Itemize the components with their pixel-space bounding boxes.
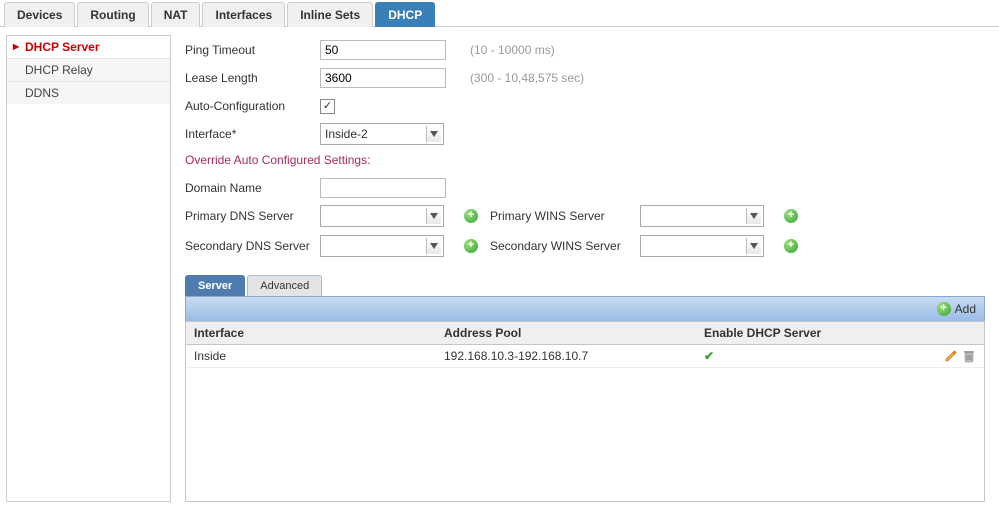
delete-icon[interactable]	[962, 349, 976, 363]
check-icon: ✔	[704, 349, 714, 363]
tab-nat[interactable]: NAT	[151, 2, 201, 27]
sidebar-item-dhcp-server[interactable]: DHCP Server	[7, 36, 170, 59]
add-button-label: Add	[955, 302, 976, 316]
col-enable-dhcp: Enable DHCP Server	[696, 322, 936, 344]
ping-timeout-hint: (10 - 10000 ms)	[470, 43, 555, 57]
row-interface: Inside	[186, 345, 436, 367]
sub-tab-advanced[interactable]: Advanced	[247, 275, 322, 296]
row-enabled: ✔	[696, 345, 936, 367]
domain-name-label: Domain Name	[185, 181, 320, 195]
main-content: Ping Timeout (10 - 10000 ms) Lease Lengt…	[171, 27, 999, 502]
server-grid: Interface Address Pool Enable DHCP Serve…	[185, 321, 985, 502]
add-button[interactable]: + Add	[937, 302, 976, 316]
secondary-dns-select[interactable]	[320, 235, 444, 257]
col-address-pool: Address Pool	[436, 322, 696, 344]
ping-timeout-input[interactable]	[320, 40, 446, 60]
tab-inline-sets[interactable]: Inline Sets	[287, 2, 373, 27]
lease-length-label: Lease Length	[185, 71, 320, 85]
sidebar-item-ddns[interactable]: DDNS	[7, 82, 170, 104]
tab-dhcp[interactable]: DHCP	[375, 2, 435, 27]
chevron-down-icon	[746, 238, 761, 254]
interface-select[interactable]: Inside-2	[320, 123, 444, 145]
add-secondary-wins-icon[interactable]: +	[784, 239, 798, 253]
chevron-down-icon	[426, 126, 441, 142]
edit-icon[interactable]	[944, 349, 958, 363]
lease-length-input[interactable]	[320, 68, 446, 88]
col-interface: Interface	[186, 322, 436, 344]
plus-icon: +	[937, 302, 951, 316]
ping-timeout-label: Ping Timeout	[185, 43, 320, 57]
primary-wins-select[interactable]	[640, 205, 764, 227]
top-tabs: Devices Routing NAT Interfaces Inline Se…	[0, 0, 999, 27]
sub-tab-server[interactable]: Server	[185, 275, 245, 296]
chevron-down-icon	[746, 208, 761, 224]
table-row: Inside 192.168.10.3-192.168.10.7 ✔	[186, 345, 984, 368]
add-primary-wins-icon[interactable]: +	[784, 209, 798, 223]
auto-config-label: Auto-Configuration	[185, 99, 320, 113]
row-actions	[936, 345, 984, 367]
sidebar: DHCP Server DHCP Relay DDNS	[6, 35, 171, 502]
auto-config-checkbox[interactable]	[320, 99, 335, 114]
override-settings-title: Override Auto Configured Settings:	[185, 153, 985, 169]
secondary-wins-label: Secondary WINS Server	[490, 239, 640, 253]
lease-length-hint: (300 - 10,48,575 sec)	[470, 71, 584, 85]
sub-tabs: Server Advanced	[185, 275, 985, 296]
secondary-dns-label: Secondary DNS Server	[185, 239, 320, 253]
sidebar-item-dhcp-relay[interactable]: DHCP Relay	[7, 59, 170, 82]
domain-name-input[interactable]	[320, 178, 446, 198]
tab-routing[interactable]: Routing	[77, 2, 148, 27]
tab-interfaces[interactable]: Interfaces	[202, 2, 285, 27]
row-address-pool: 192.168.10.3-192.168.10.7	[436, 345, 696, 367]
col-actions	[936, 322, 984, 344]
primary-wins-label: Primary WINS Server	[490, 209, 640, 223]
grid-toolbar: + Add	[185, 296, 985, 321]
interface-select-value: Inside-2	[325, 127, 426, 141]
primary-dns-label: Primary DNS Server	[185, 209, 320, 223]
chevron-down-icon	[426, 208, 441, 224]
tab-devices[interactable]: Devices	[4, 2, 75, 27]
interface-label: Interface*	[185, 127, 320, 141]
add-primary-dns-icon[interactable]: +	[464, 209, 478, 223]
secondary-wins-select[interactable]	[640, 235, 764, 257]
grid-header: Interface Address Pool Enable DHCP Serve…	[186, 321, 984, 345]
chevron-down-icon	[426, 238, 441, 254]
primary-dns-select[interactable]	[320, 205, 444, 227]
add-secondary-dns-icon[interactable]: +	[464, 239, 478, 253]
